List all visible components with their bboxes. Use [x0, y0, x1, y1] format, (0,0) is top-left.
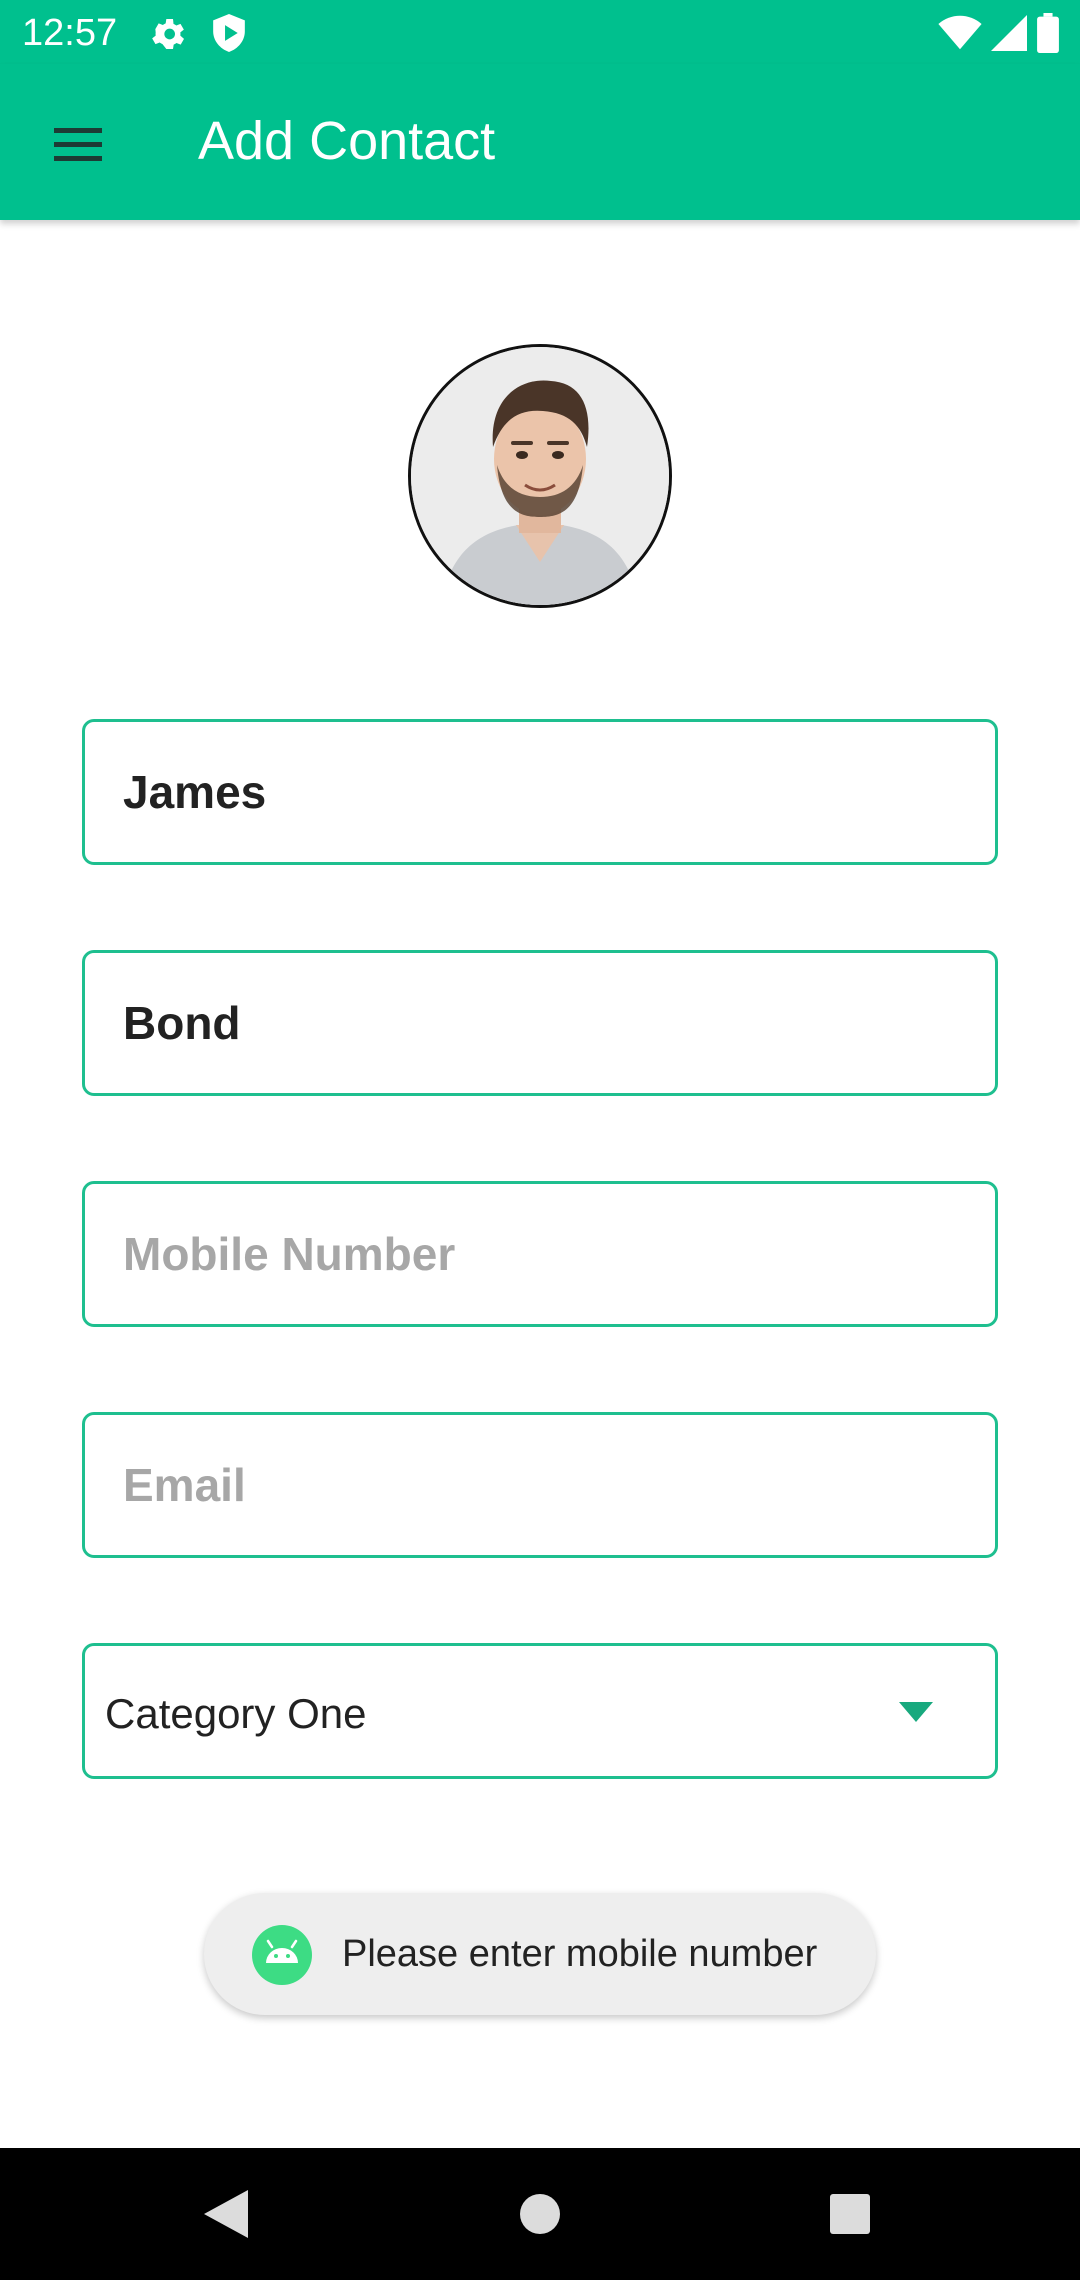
mobile-number-field[interactable]: [82, 1181, 998, 1327]
email-field[interactable]: [82, 1412, 998, 1558]
back-icon[interactable]: [204, 2190, 248, 2238]
status-bar: 12:57: [0, 0, 1080, 64]
contact-photo-icon: [411, 347, 669, 605]
battery-icon: [1037, 13, 1059, 53]
toast-text: Please enter mobile number: [342, 1933, 818, 1975]
dropdown-arrow-icon: [899, 1702, 933, 1722]
category-selected-value: Category One: [105, 1690, 367, 1737]
hamburger-menu-icon: [54, 128, 102, 161]
wifi-icon: [938, 15, 982, 50]
last-name-input[interactable]: [123, 953, 963, 1093]
signal-icon: [991, 15, 1027, 51]
toast-message: Please enter mobile number: [204, 1893, 876, 2015]
home-icon[interactable]: [520, 2194, 560, 2234]
status-time: 12:57: [22, 12, 118, 54]
email-input[interactable]: [123, 1415, 963, 1555]
app-bar: Add Contact: [0, 64, 1080, 220]
recents-icon[interactable]: [830, 2194, 870, 2234]
menu-button[interactable]: [40, 114, 116, 174]
first-name-input[interactable]: [123, 722, 963, 862]
avatar[interactable]: [408, 344, 672, 608]
mobile-number-input[interactable]: [123, 1184, 963, 1324]
first-name-field[interactable]: [82, 719, 998, 865]
page-title: Add Contact: [198, 111, 496, 171]
gear-icon: [152, 19, 184, 49]
category-dropdown[interactable]: Category One: [82, 1643, 998, 1779]
android-icon: [252, 1925, 312, 1985]
status-icons: [938, 12, 1060, 54]
navigation-bar: [0, 2148, 1080, 2280]
last-name-field[interactable]: [82, 950, 998, 1096]
shield-icon: [213, 14, 245, 52]
